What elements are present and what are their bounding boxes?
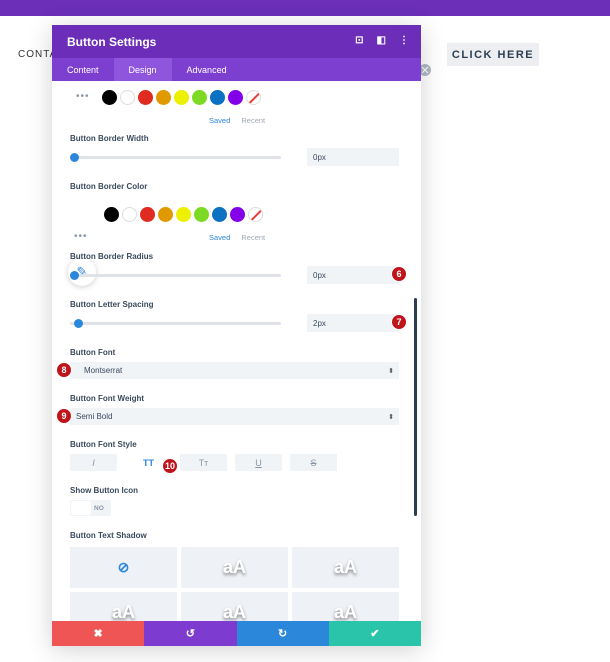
swatch-white[interactable] — [122, 207, 137, 222]
show-icon-label: Show Button Icon — [70, 486, 138, 495]
undo-button[interactable]: ↺ — [144, 621, 237, 646]
strikethrough-button[interactable]: S — [290, 454, 337, 471]
tab-design[interactable]: Design — [113, 58, 172, 81]
text-shadow-label: Button Text Shadow — [70, 531, 147, 540]
swatch-white[interactable] — [120, 90, 135, 105]
modal-header: Button Settings ⊡ ◧ ⋮ — [52, 25, 421, 58]
swatch-orange[interactable] — [158, 207, 173, 222]
slider-thumb[interactable] — [70, 271, 79, 280]
font-style-buttons: I TT Tт U S — [70, 454, 337, 471]
step-badge: 10 — [162, 458, 178, 474]
shadow-preset[interactable]: aA — [181, 547, 288, 588]
button-settings-modal: Button Settings ⊡ ◧ ⋮ Content Design Adv… — [52, 25, 421, 646]
shadow-none-icon[interactable]: ⊘ — [70, 547, 177, 588]
swatch-purple[interactable] — [230, 207, 245, 222]
redo-button[interactable]: ↻ — [236, 621, 329, 646]
cancel-button[interactable]: ✖ — [52, 621, 145, 646]
select-caret-icon: ⬍ — [388, 367, 394, 375]
font-style-label: Button Font Style — [70, 440, 137, 449]
save-button[interactable]: ✔ — [328, 621, 421, 646]
shadow-preset[interactable]: aA — [292, 547, 399, 588]
palette-more-dots[interactable]: ••• — [76, 91, 90, 102]
split-view-icon[interactable]: ◧ — [377, 35, 386, 46]
swatch-black[interactable] — [102, 90, 117, 105]
more-options-icon[interactable]: ⋮ — [399, 35, 409, 46]
show-icon-toggle[interactable]: NO — [70, 500, 111, 516]
italic-button[interactable]: I — [70, 454, 117, 471]
swatch-green[interactable] — [194, 207, 209, 222]
letter-spacing-value[interactable]: 2px — [307, 314, 399, 332]
top-bar — [0, 0, 610, 16]
font-select[interactable]: Montserrat ⬍ — [70, 362, 399, 379]
swatch-none[interactable] — [248, 207, 263, 222]
swatch-yellow[interactable] — [174, 90, 189, 105]
border-width-label: Button Border Width — [70, 134, 149, 143]
toggle-state: NO — [94, 504, 104, 512]
recent-link[interactable]: Recent — [241, 233, 265, 242]
border-width-value[interactable]: 0px — [307, 148, 399, 166]
scrollbar[interactable] — [414, 298, 417, 516]
select-caret-icon: ⬍ — [388, 413, 394, 421]
capitalize-button[interactable]: Tт — [180, 454, 227, 471]
palette-tabs-top: Saved Recent — [209, 116, 265, 125]
font-label: Button Font — [70, 348, 116, 357]
slider-thumb[interactable] — [74, 319, 84, 328]
font-weight-label: Button Font Weight — [70, 394, 145, 403]
border-width-slider[interactable] — [70, 153, 281, 162]
swatch-red[interactable] — [140, 207, 155, 222]
swatch-red[interactable] — [138, 90, 153, 105]
recent-link[interactable]: Recent — [241, 116, 265, 125]
toggle-knob — [71, 501, 91, 515]
modal-title: Button Settings — [67, 34, 157, 49]
border-radius-label: Button Border Radius — [70, 252, 154, 261]
border-color-label: Button Border Color — [70, 182, 148, 191]
palette-tabs-border: Saved Recent — [209, 233, 265, 242]
modal-tabs: Content Design Advanced — [52, 58, 421, 81]
swatch-green[interactable] — [192, 90, 207, 105]
font-weight-select[interactable]: Semi Bold ⬍ — [70, 408, 399, 425]
swatch-orange[interactable] — [156, 90, 171, 105]
modal-footer: ✖ ↺ ↻ ✔ — [52, 621, 421, 646]
settings-body: ••• Saved Recent Button Border Width 0px… — [52, 81, 421, 646]
font-weight-select-value: Semi Bold — [76, 412, 113, 421]
font-select-value: Montserrat — [84, 366, 123, 375]
swatch-blue[interactable] — [212, 207, 227, 222]
step-badge: 9 — [56, 408, 72, 424]
swatch-blue[interactable] — [210, 90, 225, 105]
fullscreen-icon[interactable]: ⊡ — [355, 35, 363, 46]
letter-spacing-label: Button Letter Spacing — [70, 300, 154, 309]
swatch-none[interactable] — [246, 90, 261, 105]
underline-button[interactable]: U — [235, 454, 282, 471]
tab-content[interactable]: Content — [52, 58, 114, 81]
color-swatches-border — [104, 207, 263, 222]
step-badge: 7 — [391, 314, 407, 330]
letter-spacing-slider[interactable] — [70, 319, 281, 328]
tab-advanced[interactable]: Advanced — [172, 58, 242, 81]
palette-more-dots[interactable]: ••• — [74, 231, 88, 242]
color-swatches-top — [102, 90, 261, 105]
border-radius-slider[interactable] — [70, 271, 281, 280]
swatch-purple[interactable] — [228, 90, 243, 105]
swatch-black[interactable] — [104, 207, 119, 222]
saved-link[interactable]: Saved — [209, 116, 230, 125]
slider-thumb[interactable] — [70, 153, 79, 162]
step-badge: 6 — [391, 266, 407, 282]
step-badge: 8 — [56, 362, 72, 378]
border-radius-value[interactable]: 0px — [307, 266, 399, 284]
click-here-button[interactable]: CLICK HERE — [447, 43, 539, 66]
saved-link[interactable]: Saved — [209, 233, 230, 242]
swatch-yellow[interactable] — [176, 207, 191, 222]
